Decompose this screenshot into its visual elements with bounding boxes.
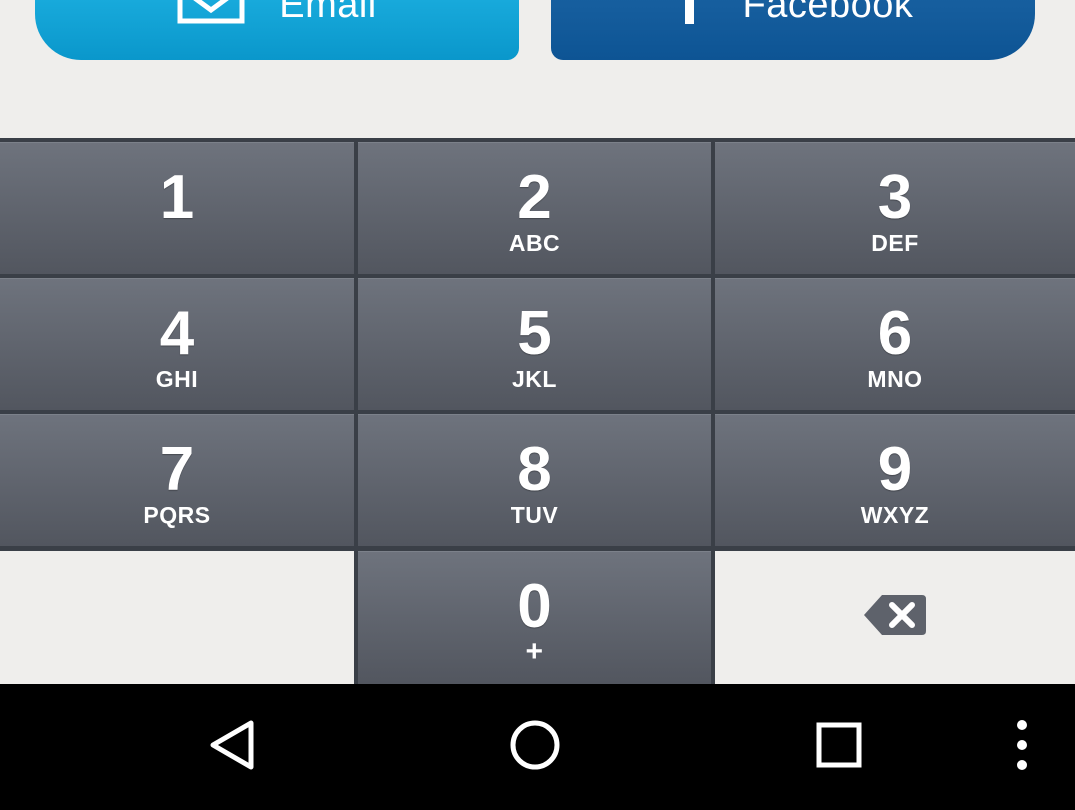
key-digit: 8 — [517, 435, 552, 504]
key-letters: MNO — [867, 366, 923, 392]
key-6[interactable]: 6 MNO — [715, 278, 1075, 410]
key-9[interactable]: 9 WXYZ — [715, 414, 1075, 546]
key-digit: 3 — [877, 163, 913, 232]
key-letters: JKL — [512, 366, 557, 392]
key-digit: 5 — [517, 299, 552, 368]
recents-square-icon — [816, 722, 862, 773]
key-letters: WXYZ — [860, 502, 930, 528]
back-triangle-icon — [207, 719, 257, 776]
key-digit: 9 — [877, 435, 913, 504]
home-button[interactable] — [485, 684, 585, 810]
key-4[interactable]: 4 GHI — [0, 278, 354, 410]
key-1[interactable]: 1 — [0, 142, 354, 274]
key-letters: DEF — [871, 230, 919, 256]
key-digit: 4 — [159, 299, 195, 368]
key-2[interactable]: 2 ABC — [358, 142, 711, 274]
overflow-menu-button[interactable] — [992, 684, 1052, 810]
key-letters: + — [525, 635, 544, 668]
key-letters: ABC — [508, 230, 561, 256]
facebook-share-button[interactable]: Facebook — [551, 0, 1035, 60]
key-letters: GHI — [155, 366, 199, 392]
key-digit: 2 — [517, 163, 552, 232]
home-circle-icon — [509, 719, 561, 776]
empty-key — [0, 551, 354, 684]
key-5[interactable]: 5 JKL — [358, 278, 711, 410]
key-3[interactable]: 3 DEF — [715, 142, 1075, 274]
key-digit: 6 — [877, 299, 913, 368]
key-digit: 7 — [159, 435, 195, 504]
key-digit: 1 — [159, 163, 195, 232]
key-letters: TUV — [510, 502, 559, 528]
key-letters: PQRS — [143, 502, 211, 528]
share-area: Email Facebook — [0, 0, 1075, 138]
backspace-button[interactable] — [715, 551, 1075, 684]
facebook-f-icon — [673, 0, 709, 24]
key-7[interactable]: 7 PQRS — [0, 414, 354, 546]
email-label: Email — [279, 0, 377, 26]
facebook-label: Facebook — [742, 0, 914, 26]
envelope-icon — [177, 0, 245, 24]
dial-keypad: 1 2 ABC 3 DEF 4 GHI 5 JKL 6 MNO 7 PQRS 8… — [0, 138, 1075, 684]
backspace-icon — [862, 593, 928, 642]
recents-button[interactable] — [789, 684, 889, 810]
system-navigation-bar — [0, 684, 1075, 810]
key-8[interactable]: 8 TUV — [358, 414, 711, 546]
key-digit: 0 — [517, 572, 552, 641]
back-button[interactable] — [182, 684, 282, 810]
key-0[interactable]: 0 + — [358, 551, 711, 684]
overflow-menu-icon — [1015, 719, 1029, 776]
email-share-button[interactable]: Email — [35, 0, 519, 60]
